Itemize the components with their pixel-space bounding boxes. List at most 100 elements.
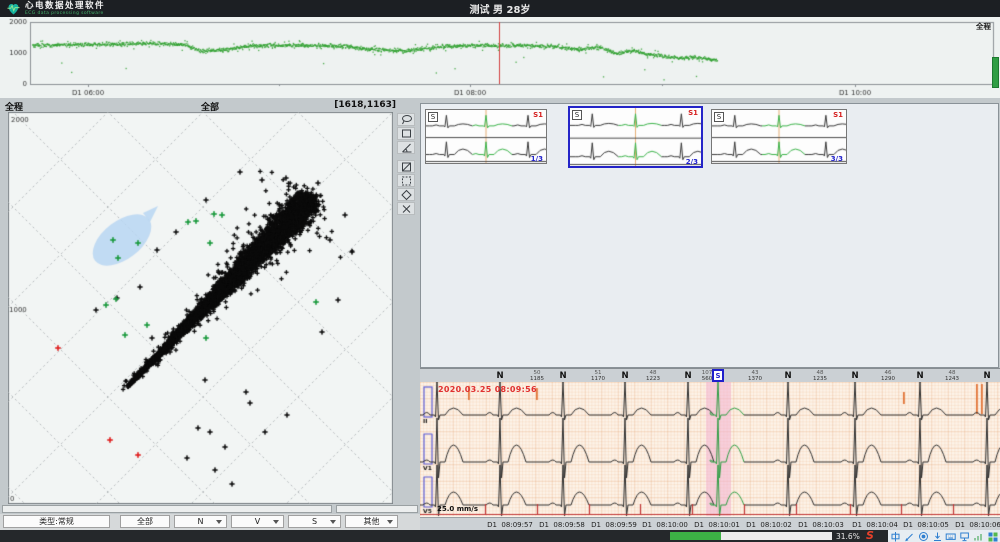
tool-marquee-select[interactable] [397, 174, 415, 187]
tool-diagonal-split[interactable] [397, 160, 415, 173]
filter-dropdown-4[interactable]: 其他 [345, 515, 398, 528]
template-card[interactable]: S S1 3/3 [711, 109, 847, 164]
beat-measure: 107560 [702, 370, 713, 382]
filter-dropdown-2[interactable]: V [231, 515, 284, 528]
time-label: D1 08:09:57 [487, 521, 533, 529]
patient-info: 测试 男 28岁 [470, 1, 531, 16]
lasso-select [400, 114, 413, 126]
beat-measure: 431370 [748, 370, 762, 382]
record-icon[interactable] [918, 530, 930, 542]
angle-measure [400, 142, 413, 154]
beat-label-n[interactable]: N [621, 371, 628, 381]
filter-dropdown-1[interactable]: N [174, 515, 227, 528]
beat-annotation-bar: N 501185 N 511170 N 481223 N 107560S 431370 N 4812… [420, 368, 1000, 382]
beat-measure: 461290 [881, 370, 895, 382]
download-icon[interactable] [931, 530, 943, 542]
beat-label-n[interactable]: N [983, 371, 990, 381]
chevron-down-icon [330, 520, 336, 524]
app-title: 心电数据处理软件 [25, 2, 105, 11]
beat-label-n[interactable]: N [916, 371, 923, 381]
beat-label-n[interactable]: N [496, 371, 503, 381]
time-label: D1 08:10:01 [694, 521, 740, 529]
beat-measure: 501185 [530, 370, 544, 382]
beat-label-n[interactable]: N [851, 371, 858, 381]
time-label: D1 08:09:58 [539, 521, 585, 529]
template-card[interactable]: S S1 2/3 [568, 106, 703, 168]
template-tag-label: S1 [533, 111, 543, 119]
scatter-hscrollbar[interactable] [2, 505, 332, 513]
ecg-timestamp: 2020.03.25 08:09:56 [438, 385, 537, 394]
template-page-indicator: 2/3 [686, 158, 698, 166]
delete-x [400, 203, 413, 215]
ecg-strip-canvas[interactable] [420, 382, 1000, 517]
ecg-time-axis: D1 08:09:57 D1 08:09:58 D1 08:09:59 D1 08:1… [420, 517, 1000, 530]
beat-label-s[interactable]: S [713, 370, 723, 381]
time-label: D1 08:10:04 [852, 521, 898, 529]
time-label: D1 08:10:06 [955, 521, 1000, 529]
marquee-select [400, 175, 413, 187]
template-panel: S S1 1/3 S S1 2/3 S S1 3/3 [420, 103, 999, 368]
template-ecg-canvas [712, 110, 846, 163]
template-class-badge: S [428, 112, 438, 122]
time-label: D1 08:10:05 [903, 521, 949, 529]
chevron-down-icon [273, 520, 279, 524]
beat-type-button[interactable]: 类型:常规 [3, 515, 110, 528]
tool-delete-x[interactable] [397, 202, 415, 215]
progress-percent-label: 31.6% [836, 532, 860, 541]
scatter-header: 全程 全部 [1618,1163] [0, 98, 420, 112]
analysis-progress-fill [670, 532, 721, 540]
time-label: D1 08:10:00 [642, 521, 688, 529]
beat-measure: 481223 [646, 370, 660, 382]
ime-chinese-icon[interactable] [890, 530, 902, 542]
trend-scrollbar-thumb[interactable] [992, 57, 999, 88]
system-tray [888, 530, 1000, 542]
tool-diamond-marker[interactable] [397, 188, 415, 201]
template-tag-label: S1 [688, 109, 698, 117]
scatter-coords-readout: [1618,1163] [334, 100, 396, 110]
template-tag-label: S1 [833, 111, 843, 119]
template-class-badge: S [572, 110, 582, 120]
time-label: D1 08:09:59 [591, 521, 637, 529]
trend-range-label: 全程 [976, 21, 991, 32]
rect-select [400, 128, 413, 140]
beat-filter-bar: 类型:常规全部 NVS 其他 [0, 514, 420, 530]
tool-lasso-select[interactable] [397, 113, 415, 126]
grid-icon[interactable] [986, 530, 998, 542]
beat-label-n[interactable]: N [559, 371, 566, 381]
diagonal-split [400, 161, 413, 173]
rr-trend-panel: 全程 [0, 17, 1000, 98]
beat-measure: 511170 [591, 370, 605, 382]
template-ecg-canvas [570, 108, 701, 166]
chevron-down-icon [387, 520, 393, 524]
template-page-indicator: 1/3 [531, 155, 543, 163]
titlebar: 心电数据处理软件 ECG data processing software 测试… [0, 0, 1000, 17]
template-class-badge: S [714, 112, 724, 122]
template-ecg-canvas [426, 110, 546, 163]
scatter-toolbar [397, 113, 417, 215]
app-logo-icon [6, 2, 21, 16]
beat-label-n[interactable]: N [784, 371, 791, 381]
chevron-down-icon [216, 520, 222, 524]
beat-label-n[interactable]: N [684, 371, 691, 381]
filter-all-button[interactable]: 全部 [120, 515, 170, 528]
beat-measure: 481243 [945, 370, 959, 382]
poincare-plot[interactable] [8, 112, 393, 504]
pen-icon[interactable] [904, 530, 916, 542]
time-label: D1 08:10:03 [798, 521, 844, 529]
keyboard-icon[interactable] [945, 530, 957, 542]
sogou-input-icon[interactable]: S [866, 529, 874, 542]
app-subtitle: ECG data processing software [25, 11, 105, 16]
rr-trend-chart[interactable] [0, 17, 1000, 98]
monitor-icon[interactable] [959, 530, 971, 542]
time-label: D1 08:10:02 [746, 521, 792, 529]
ecg-speed-label: 25.0 mm/s [437, 505, 478, 513]
tool-angle-measure[interactable] [397, 141, 415, 154]
diamond-marker [400, 189, 413, 201]
tool-rect-select[interactable] [397, 127, 415, 140]
filter-dropdown-3[interactable]: S [288, 515, 341, 528]
network-icon[interactable] [973, 530, 985, 542]
template-page-indicator: 3/3 [831, 155, 843, 163]
template-card[interactable]: S S1 1/3 [425, 109, 547, 164]
analysis-progress-bar [670, 532, 832, 540]
scatter-hscrollbar-right[interactable] [336, 505, 418, 513]
